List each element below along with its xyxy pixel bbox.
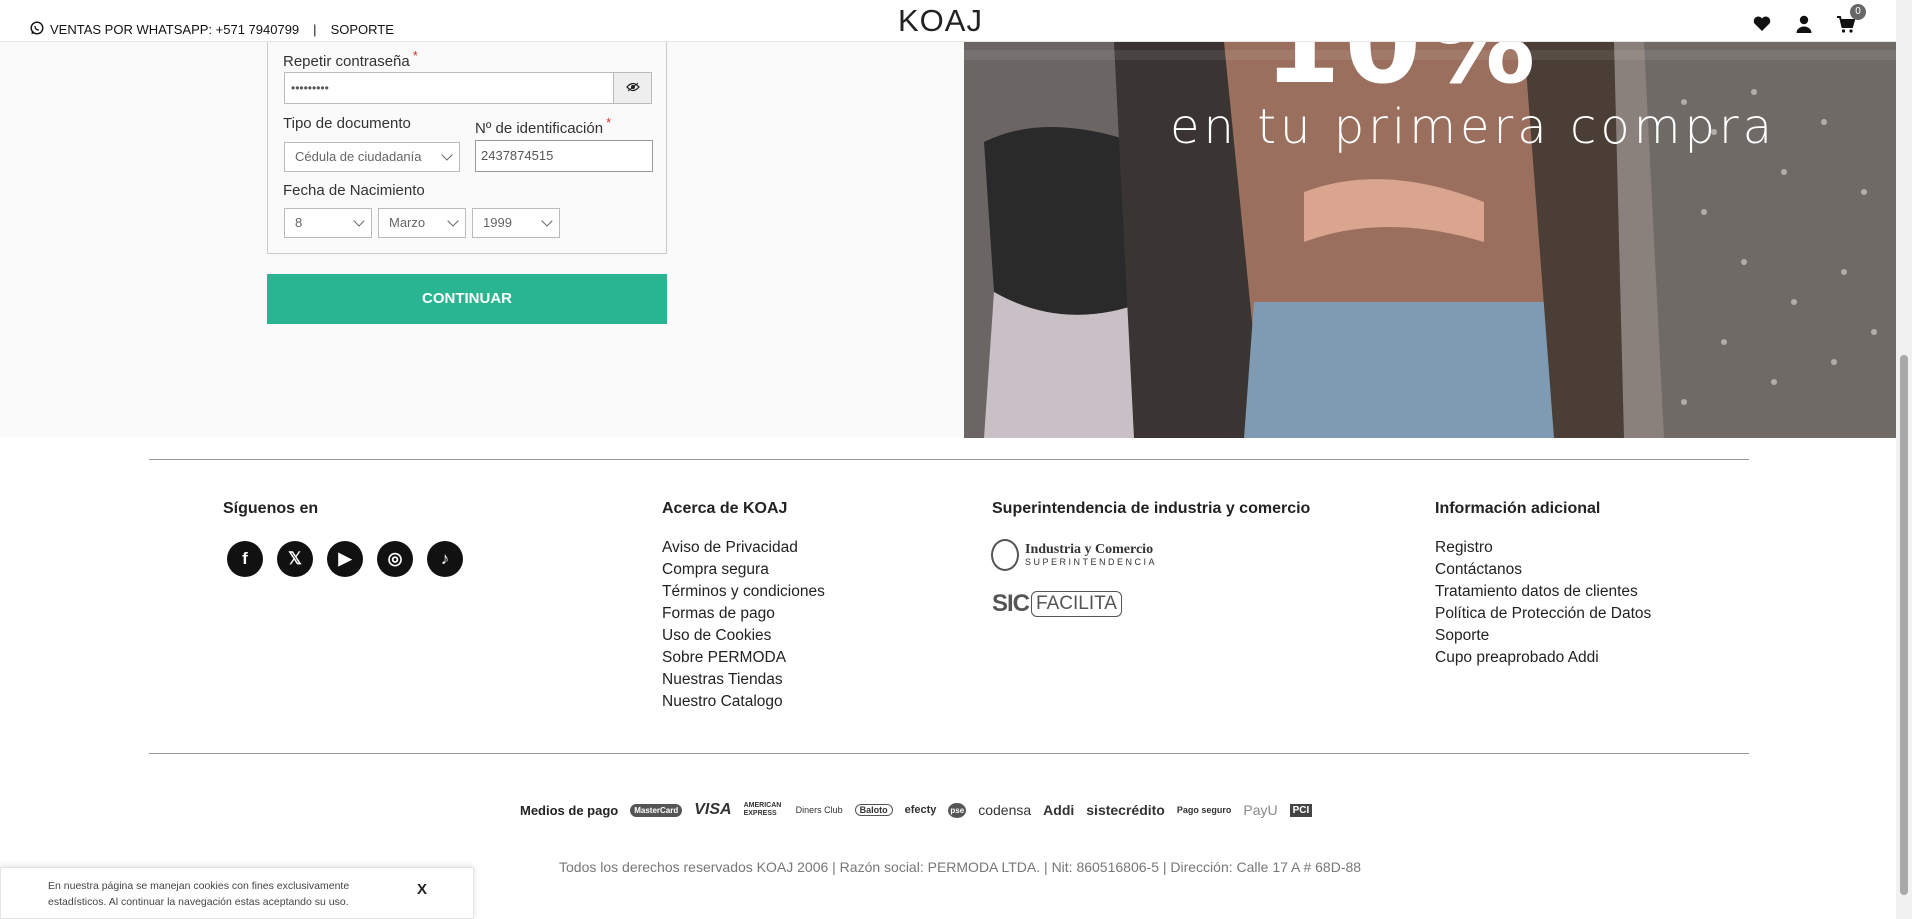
info-links: Registro Contáctanos Tratamiento datos d… <box>1435 537 1651 669</box>
diners-logo: Diners Club <box>795 805 843 815</box>
efecty-logo: efecty <box>904 804 937 816</box>
doc-type-select[interactable]: Cédula de ciudadanía <box>284 142 460 172</box>
cookie-text: En nuestra página se manejan cookies con… <box>48 880 350 908</box>
promo-banner[interactable]: 10% en tu primera compra <box>964 42 1896 438</box>
repeat-password-label: Repetir contraseña * <box>283 48 418 70</box>
whatsapp-icon <box>30 21 44 38</box>
facebook-icon[interactable]: f <box>227 541 263 577</box>
id-number-label: Nº de identificación * <box>475 115 612 137</box>
whatsapp-sales[interactable]: VENTAS POR WHATSAPP: +571 7940799 | SOPO… <box>30 21 394 38</box>
top-bar: VENTAS POR WHATSAPP: +571 7940799 | SOPO… <box>0 0 1896 42</box>
birth-date-label: Fecha de Nacimiento <box>283 182 425 199</box>
footer-link-permoda[interactable]: Sobre PERMODA <box>662 647 825 669</box>
visa-logo: VISA <box>694 801 732 818</box>
promo-tagline: en tu primera compra <box>1170 99 1777 155</box>
footer-link-support[interactable]: Soporte <box>1435 625 1651 647</box>
cookie-close-button[interactable]: X <box>417 881 427 898</box>
sic-facilita-logo[interactable]: SIC FACILITA <box>992 590 1122 618</box>
payment-label: Medios de pago <box>520 802 619 818</box>
birth-day-select[interactable]: 8 <box>284 208 372 238</box>
instagram-icon[interactable]: ◎ <box>377 541 413 577</box>
footer-link-terms[interactable]: Términos y condiciones <box>662 581 825 603</box>
baloto-logo: Baloto <box>854 804 893 816</box>
user-icon[interactable] <box>1794 14 1816 36</box>
tiktok-icon[interactable]: ♪ <box>427 541 463 577</box>
about-title: Acerca de KOAJ <box>662 500 788 517</box>
social-title: Síguenos en <box>223 500 319 517</box>
birth-year-select[interactable]: 1999 <box>472 208 560 238</box>
repeat-password-input[interactable]: ••••••••• <box>284 72 614 104</box>
footer-link-data-treatment[interactable]: Tratamiento datos de clientes <box>1435 581 1651 603</box>
youtube-icon[interactable]: ▶ <box>327 541 363 577</box>
social-links: f 𝕏 ▶ ◎ ♪ <box>227 541 463 577</box>
sic-logo[interactable]: Industria y Comercio SUPERINTENDENCIA <box>991 539 1157 571</box>
cart-icon[interactable]: 0 <box>1836 4 1866 36</box>
birth-month-select[interactable]: Marzo <box>378 208 466 238</box>
secure-payment-label: Pago seguro <box>1176 805 1232 815</box>
heart-icon[interactable] <box>1752 14 1774 36</box>
id-number-input[interactable]: 2437874515 <box>475 140 653 172</box>
addi-logo: Addi <box>1043 802 1075 818</box>
about-links: Aviso de Privacidad Compra segura Términ… <box>662 537 825 713</box>
continue-button[interactable]: CONTINUAR <box>267 274 667 324</box>
registration-form: Repetir contraseña * ••••••••• Tipo de do… <box>267 42 667 254</box>
cart-count-badge: 0 <box>1850 4 1866 20</box>
chevron-down-icon <box>353 215 365 227</box>
whatsapp-text[interactable]: VENTAS POR WHATSAPP: +571 7940799 <box>50 22 299 37</box>
footer-link-register[interactable]: Registro <box>1435 537 1651 559</box>
support-link[interactable]: SOPORTE <box>331 22 394 37</box>
chevron-down-icon <box>447 215 459 227</box>
footer-link-payment-forms[interactable]: Formas de pago <box>662 603 825 625</box>
cookie-banner: En nuestra página se manejan cookies con… <box>0 867 474 919</box>
footer-link-addi[interactable]: Cupo preaprobado Addi <box>1435 647 1651 669</box>
footer-link-catalog[interactable]: Nuestro Catalogo <box>662 691 825 713</box>
doc-type-label: Tipo de documento <box>283 115 411 132</box>
show-password-button[interactable] <box>613 72 652 104</box>
sic-title: Superintendencia de industria y comercio <box>992 500 1311 517</box>
copyright-text: Todos los derechos reservados KOAJ 2006 … <box>559 859 1362 875</box>
chevron-down-icon <box>541 215 553 227</box>
footer-divider-bottom <box>149 753 1749 754</box>
chevron-down-icon <box>441 149 453 161</box>
footer-link-stores[interactable]: Nuestras Tiendas <box>662 669 825 691</box>
pse-logo: pse <box>948 802 967 818</box>
eye-icon <box>625 79 640 97</box>
site-logo[interactable]: KOAJ <box>898 3 983 39</box>
topbar-separator: | <box>313 22 317 37</box>
payu-logo: PayU <box>1243 802 1278 818</box>
registration-section: Repetir contraseña * ••••••••• Tipo de do… <box>0 42 1896 438</box>
payment-methods: Medios de pago MasterCard VISA AMERICAN … <box>520 801 1313 819</box>
sistecredito-logo: sistecrédito <box>1086 802 1165 818</box>
sic-emblem-icon <box>991 539 1019 571</box>
footer-link-data-protection[interactable]: Política de Protección de Datos <box>1435 603 1651 625</box>
footer-link-cookies[interactable]: Uso de Cookies <box>662 625 825 647</box>
footer-link-contact[interactable]: Contáctanos <box>1435 559 1651 581</box>
codensa-logo: codensa <box>978 802 1032 818</box>
footer-link-secure-purchase[interactable]: Compra segura <box>662 559 825 581</box>
info-title: Información adicional <box>1435 500 1601 517</box>
pci-logo: PCI <box>1289 803 1313 817</box>
scrollbar-thumb[interactable] <box>1900 355 1908 895</box>
mastercard-logo: MasterCard <box>630 803 683 817</box>
footer-divider-top <box>149 459 1749 460</box>
amex-logo: AMERICAN EXPRESS <box>743 802 782 817</box>
x-icon[interactable]: 𝕏 <box>277 541 313 577</box>
footer-link-privacy[interactable]: Aviso de Privacidad <box>662 537 825 559</box>
page-scrollbar[interactable] <box>1896 0 1912 919</box>
